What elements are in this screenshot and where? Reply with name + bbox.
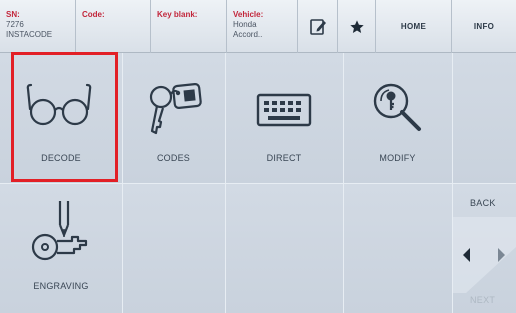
page-nav-panel: BACK NEXT xyxy=(452,183,516,313)
code-field: Code: xyxy=(76,0,151,53)
prev-page-button[interactable] xyxy=(452,217,484,293)
next-page-button[interactable] xyxy=(484,217,516,293)
header-bar: SN: 7276 INSTACODE Code: Key blank: Vehi… xyxy=(0,0,516,53)
next-label: NEXT xyxy=(470,295,496,305)
sn-value-name: INSTACODE xyxy=(6,30,53,39)
vehicle-field: Vehicle: Honda Accord.. xyxy=(227,0,298,53)
vehicle-make: Honda xyxy=(233,20,257,29)
selection-highlight xyxy=(11,52,118,182)
engraving-label: ENGRAVING xyxy=(33,281,89,291)
empty-tile-r1 xyxy=(452,53,516,183)
back-label: BACK xyxy=(470,198,496,208)
code-label: Code: xyxy=(82,10,105,19)
codes-tile[interactable]: CODES xyxy=(122,53,225,183)
direct-tile[interactable]: DIRECT xyxy=(225,53,343,183)
key-machine-screen: SN: 7276 INSTACODE Code: Key blank: Vehi… xyxy=(0,0,516,313)
empty-tile-r2c3 xyxy=(225,183,343,313)
vehicle-label: Vehicle: xyxy=(233,10,264,19)
star-icon xyxy=(349,19,364,33)
info-button[interactable]: INFO xyxy=(452,0,516,53)
favorite-button[interactable] xyxy=(338,0,376,53)
keyboard-icon xyxy=(256,93,312,127)
info-label: INFO xyxy=(473,22,495,31)
home-button[interactable]: HOME xyxy=(376,0,452,53)
engraving-tile[interactable]: ENGRAVING xyxy=(0,183,122,313)
vehicle-model: Accord.. xyxy=(233,30,263,39)
magnifier-key-icon xyxy=(373,83,421,131)
key-blank-label: Key blank: xyxy=(157,10,198,19)
modify-tile[interactable]: MODIFY xyxy=(343,53,452,183)
empty-tile-r2c2 xyxy=(122,183,225,313)
notes-button[interactable] xyxy=(298,0,338,53)
key-blank-field: Key blank: xyxy=(151,0,227,53)
empty-tile-r2c4 xyxy=(343,183,452,313)
grid-divider xyxy=(0,183,516,184)
sn-label: SN: xyxy=(6,10,20,19)
codes-label: CODES xyxy=(156,153,190,163)
home-label: HOME xyxy=(400,22,427,31)
sn-field: SN: 7276 INSTACODE xyxy=(0,0,76,53)
engraving-key-icon xyxy=(31,201,88,261)
key-tag-icon xyxy=(149,82,202,135)
notepad-pen-icon xyxy=(309,18,326,35)
modify-label: MODIFY xyxy=(379,153,416,163)
direct-label: DIRECT xyxy=(266,153,302,163)
sn-value: 7276 xyxy=(6,20,24,29)
